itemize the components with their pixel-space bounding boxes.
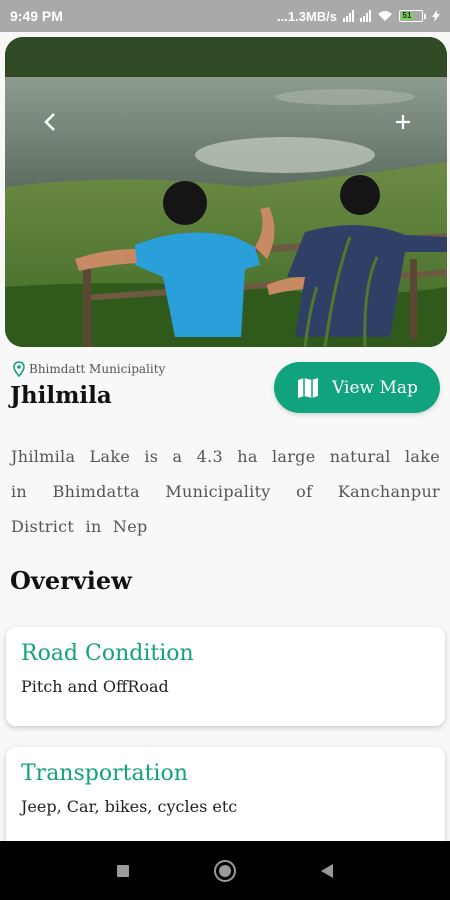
network-speed: ...1.3MB/s: [277, 8, 337, 24]
battery-icon: 51: [399, 10, 426, 22]
square-icon: [117, 864, 129, 877]
back-nav-button[interactable]: [315, 859, 339, 883]
location-pin-icon: [13, 361, 25, 377]
card-text: Jeep, Car, bikes, cycles etc: [21, 797, 238, 816]
card-text: Pitch and OffRoad: [21, 677, 169, 696]
info-card-road-condition: Road Condition Pitch and OffRoad: [6, 627, 445, 726]
add-button[interactable]: [388, 107, 418, 137]
location-row: Bhimdatt Municipality: [13, 361, 165, 377]
signal-icon: [343, 10, 354, 22]
place-description: Jhilmila Lake is a 4.3 ha large natural …: [11, 447, 440, 536]
location-label: Bhimdatt Municipality: [29, 362, 166, 376]
hero-image: [5, 37, 447, 347]
plus-icon: [396, 115, 410, 129]
chevron-left-icon: [44, 113, 55, 131]
card-title: Road Condition: [21, 641, 194, 666]
charging-icon: [432, 10, 440, 22]
map-icon: [298, 377, 319, 398]
wifi-icon: [378, 11, 392, 21]
back-button[interactable]: [35, 107, 65, 137]
battery-level: 51: [401, 11, 413, 20]
status-time: 9:49 PM: [10, 8, 63, 24]
card-title: Transportation: [21, 761, 188, 786]
triangle-back-icon: [321, 863, 333, 878]
recents-button[interactable]: [111, 859, 135, 883]
status-bar: 9:49 PM ...1.3MB/s 51: [0, 0, 450, 32]
status-icons: ...1.3MB/s 51: [277, 9, 440, 24]
system-nav-bar: [0, 841, 450, 900]
view-map-button[interactable]: View Map: [274, 362, 440, 413]
overview-heading: Overview: [10, 566, 132, 595]
signal-icon-2: [360, 10, 371, 22]
view-map-label: View Map: [332, 377, 418, 398]
place-title: Jhilmila: [10, 382, 112, 409]
home-button[interactable]: [213, 859, 237, 883]
circle-icon: [214, 859, 236, 882]
